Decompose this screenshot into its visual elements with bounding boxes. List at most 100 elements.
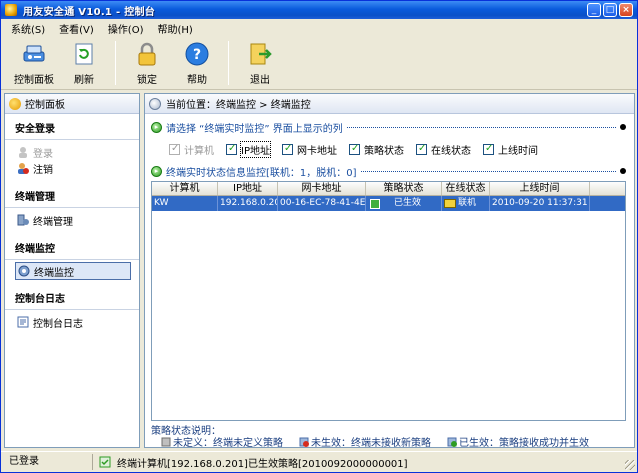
close-button[interactable]: × [619,3,633,17]
sidebar-item-label: 注销 [33,164,53,176]
column-header-ip[interactable]: IP地址 [218,182,278,195]
resize-grip[interactable] [625,460,635,470]
app-shield-icon [5,4,17,16]
toolbar-divider [228,41,229,85]
sidebar-item-terminal-management[interactable]: 终端管理 [5,212,139,228]
menu-system[interactable]: 系统(S) [11,21,45,36]
sidebar-header: 控制面板 [5,94,139,114]
sidebar-item-label: 终端监控 [34,267,74,279]
checkbox-box [348,143,360,155]
column-checkboxes: 计算机 IP地址 网卡地址 策略状态 在线状态 上线时间 [169,140,629,158]
group-terminal-management: 终端管理 [5,182,139,208]
toolbar: 控制面板 刷新 锁定 ? 帮助 退出 [1,37,637,90]
exit-button[interactable]: 退出 [235,37,285,87]
checkbox-box [281,143,293,155]
green-arrow-icon: ▸ [151,165,162,177]
help-button[interactable]: ? 帮助 [172,37,222,87]
help-label: 帮助 [187,75,207,86]
status-message: 终端计算机[192.168.0.201]已生效策略[20100920000000… [117,458,408,470]
menu-view[interactable]: 查看(V) [59,21,94,36]
sidebar-title: 控制面板 [25,100,65,111]
location-icon [149,97,161,110]
terminal-table[interactable]: 计算机 IP地址 网卡地址 策略状态 在线状态 上线时间 KW 192.168.… [151,181,626,421]
checkbox-label: 在线状态 [430,145,471,157]
sidebar-item-login[interactable]: 登录 [5,144,139,160]
column-header-computer[interactable]: 计算机 [152,182,218,195]
cell-time: 2010-09-20 11:37:31 [490,196,590,211]
column-header-online[interactable]: 在线状态 [442,182,490,195]
section-column-select: ▸ 请选择 “终端实时监控” 界面上显示的列 [151,120,626,135]
menu-help[interactable]: 帮助(H) [158,21,193,36]
checkbox-box [226,143,237,155]
refresh-button[interactable]: 刷新 [59,37,109,87]
breadcrumb-text: 当前位置：终端监控 > 终端监控 [166,100,311,111]
not-effective-icon [299,437,309,447]
column-header-policy[interactable]: 策略状态 [366,182,442,195]
checkbox-policy[interactable]: 策略状态 [348,142,404,157]
control-panel-button[interactable]: 控制面板 [9,37,59,87]
terminal-monitor-icon [18,265,30,277]
effective-icon [447,437,457,447]
lock-button[interactable]: 锁定 [122,37,172,87]
policy-applied-icon [99,456,111,468]
checkbox-box [169,143,180,155]
group-terminal-monitor: 终端监控 [5,234,139,260]
checkbox-label: IP地址 [240,140,271,158]
column-header-time[interactable]: 上线时间 [490,182,590,195]
checkbox-label: 策略状态 [363,145,404,157]
policy-legend: 未定义：终端未定义策略 未生效：终端未接收新策略 已生效：策略接收成功并生效 [161,434,589,449]
sidebar-item-console-log[interactable]: 控制台日志 [5,314,139,330]
checkbox-box [482,143,494,155]
policy-effective-icon [370,198,380,209]
online-computer-icon [444,199,456,208]
table-header: 计算机 IP地址 网卡地址 策略状态 在线状态 上线时间 [152,182,625,196]
sidebar-item-label: 终端管理 [33,216,73,228]
refresh-label: 刷新 [74,75,94,86]
refresh-icon [71,41,97,67]
dotted-divider [346,126,616,128]
legend-not-effective: 未生效：终端未接收新策略 [299,434,431,449]
title-bar[interactable]: 用友安全通 V10.1 - 控制台 _ □ × [1,1,637,19]
window-title: 用友安全通 V10.1 - 控制台 [23,6,156,18]
table-row[interactable]: KW 192.168.0.20 00-16-EC-78-41-4E 已生效 联机… [152,196,625,211]
section-status-monitor: ▸ 终端实时状态信息监控[联机：1，脱机：0] [151,164,626,179]
control-panel-icon [9,97,21,110]
group-security-login: 安全登录 [5,114,139,140]
cell-computer: KW [152,196,218,211]
legend-effective: 已生效：策略接收成功并生效 [447,434,589,449]
green-arrow-icon: ▸ [151,121,162,133]
checkbox-computer[interactable]: 计算机 [169,142,214,157]
login-status: 已登录 [1,454,93,470]
sidebar-item-logout[interactable]: 注销 [5,160,139,176]
online-status-text: 联机 [458,198,477,208]
control-panel-label: 控制面板 [14,75,54,86]
sidebar-item-terminal-monitor[interactable]: 终端监控 [15,262,131,280]
checkbox-box [415,143,427,155]
cell-mac: 00-16-EC-78-41-4E [278,196,366,211]
logout-icon [17,162,29,174]
minimize-button[interactable]: _ [587,3,601,17]
lock-icon [134,41,160,67]
legend-text: 未定义：终端未定义策略 [173,438,283,449]
control-panel-icon [21,41,47,67]
menu-operation[interactable]: 操作(O) [108,21,144,36]
section-title: 终端实时状态信息监控[联机：1，脱机：0] [166,167,357,179]
checkbox-ip[interactable]: IP地址 [226,140,271,158]
checkbox-mac[interactable]: 网卡地址 [281,142,337,157]
status-message-area: 终端计算机[192.168.0.201]已生效策略[20100920000000… [93,455,408,470]
exit-label: 退出 [250,75,270,86]
app-window: 用友安全通 V10.1 - 控制台 _ □ × 系统(S) 查看(V) 操作(O… [0,0,638,473]
maximize-button[interactable]: □ [603,3,617,17]
section-title: 请选择 “终端实时监控” 界面上显示的列 [166,123,343,135]
checkbox-time[interactable]: 上线时间 [482,142,538,157]
cell-policy: 已生效 [366,196,442,211]
svg-text:?: ? [193,47,201,63]
divider-end-dot [620,168,626,174]
legend-undefined: 未定义：终端未定义策略 [161,434,283,449]
checkbox-online[interactable]: 在线状态 [415,142,471,157]
checkbox-label: 网卡地址 [296,145,337,157]
sidebar: 控制面板 安全登录 登录 注销 终端管理 终端管理 终端监控 终端监控 控制台日… [4,93,140,448]
column-header-mac[interactable]: 网卡地址 [278,182,366,195]
undefined-icon [161,437,171,446]
sidebar-item-label: 控制台日志 [33,318,83,330]
